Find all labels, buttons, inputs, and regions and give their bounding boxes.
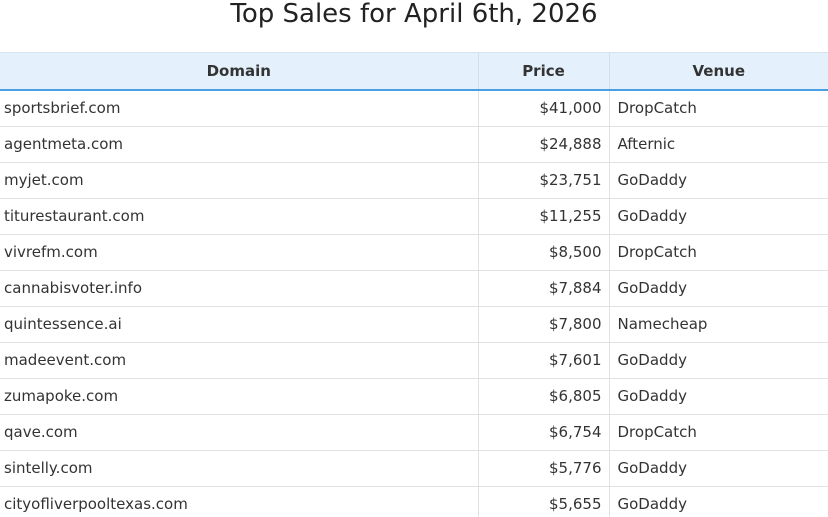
venue-cell: GoDaddy xyxy=(609,450,828,487)
venue-cell: GoDaddy xyxy=(609,162,828,199)
venue-cell: GoDaddy xyxy=(609,486,828,517)
domain-cell: zumapoke.com xyxy=(0,378,479,415)
domain-cell: titurestaurant.com xyxy=(0,198,479,235)
table-row: myjet.com $23,751 GoDaddy xyxy=(0,162,828,199)
table-row: cannabisvoter.info $7,884 GoDaddy xyxy=(0,270,828,307)
domain-cell: quintessence.ai xyxy=(0,306,479,343)
domain-cell: qave.com xyxy=(0,414,479,451)
page: Top Sales for April 6th, 2026 Domain Pri… xyxy=(0,0,828,517)
domain-cell: myjet.com xyxy=(0,162,479,199)
domain-cell: cannabisvoter.info xyxy=(0,270,479,307)
price-cell: $23,751 xyxy=(478,162,610,199)
table-row: quintessence.ai $7,800 Namecheap xyxy=(0,306,828,343)
price-cell: $24,888 xyxy=(478,126,610,163)
header-row: Domain Price Venue xyxy=(0,52,828,91)
domain-cell: madeevent.com xyxy=(0,342,479,379)
price-cell: $7,601 xyxy=(478,342,610,379)
table-row: madeevent.com $7,601 GoDaddy xyxy=(0,342,828,379)
page-title: Top Sales for April 6th, 2026 xyxy=(230,0,598,29)
venue-cell: Afternic xyxy=(609,126,828,163)
venue-cell: GoDaddy xyxy=(609,198,828,235)
domain-cell: cityofliverpooltexas.com xyxy=(0,486,479,517)
price-cell: $7,884 xyxy=(478,270,610,307)
table-row: titurestaurant.com $11,255 GoDaddy xyxy=(0,198,828,235)
table-row: sportsbrief.com $41,000 DropCatch xyxy=(0,89,828,127)
venue-cell: DropCatch xyxy=(609,414,828,451)
table-row: zumapoke.com $6,805 GoDaddy xyxy=(0,378,828,415)
column-header-domain[interactable]: Domain xyxy=(0,52,479,91)
domain-cell: agentmeta.com xyxy=(0,126,479,163)
venue-cell: DropCatch xyxy=(609,89,828,127)
venue-cell: GoDaddy xyxy=(609,270,828,307)
sales-table: Domain Price Venue sportsbrief.com $41,0… xyxy=(0,52,828,517)
venue-cell: DropCatch xyxy=(609,234,828,271)
price-cell: $6,805 xyxy=(478,378,610,415)
table-body: sportsbrief.com $41,000 DropCatch agentm… xyxy=(0,89,828,517)
venue-cell: Namecheap xyxy=(609,306,828,343)
domain-cell: sintelly.com xyxy=(0,450,479,487)
table-header: Domain Price Venue xyxy=(0,52,828,91)
price-cell: $7,800 xyxy=(478,306,610,343)
table-row: agentmeta.com $24,888 Afternic xyxy=(0,126,828,163)
domain-cell: vivrefm.com xyxy=(0,234,479,271)
domain-cell: sportsbrief.com xyxy=(0,89,479,127)
table-row: sintelly.com $5,776 GoDaddy xyxy=(0,450,828,487)
table-row: cityofliverpooltexas.com $5,655 GoDaddy xyxy=(0,486,828,517)
price-cell: $11,255 xyxy=(478,198,610,235)
venue-cell: GoDaddy xyxy=(609,378,828,415)
column-header-venue[interactable]: Venue xyxy=(609,52,828,91)
price-cell: $6,754 xyxy=(478,414,610,451)
price-cell: $5,776 xyxy=(478,450,610,487)
table-row: qave.com $6,754 DropCatch xyxy=(0,414,828,451)
column-header-price[interactable]: Price xyxy=(478,52,610,91)
price-cell: $8,500 xyxy=(478,234,610,271)
table-row: vivrefm.com $8,500 DropCatch xyxy=(0,234,828,271)
price-cell: $41,000 xyxy=(478,89,610,127)
venue-cell: GoDaddy xyxy=(609,342,828,379)
price-cell: $5,655 xyxy=(478,486,610,517)
